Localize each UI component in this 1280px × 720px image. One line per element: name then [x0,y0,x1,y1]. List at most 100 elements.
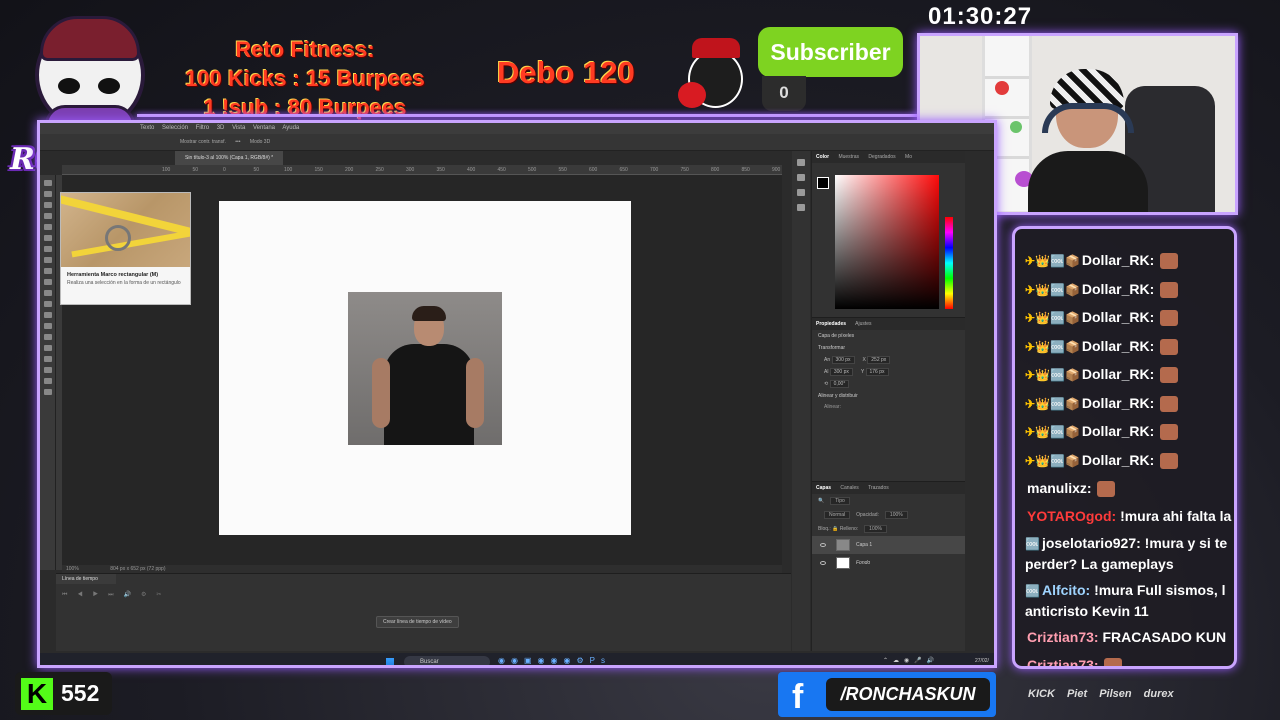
select-tool-icon[interactable] [44,213,52,219]
system-tray[interactable]: ⌃☁◉🎤🔊 [883,657,939,664]
chat-username[interactable]: Dollar_RK: [1082,366,1154,382]
layer-filter: 🔍 Tipo [812,494,965,508]
x-field[interactable]: 252 px [867,356,891,364]
menu-item[interactable]: Texto [140,125,154,131]
timeline-title[interactable]: Línea de tiempo [56,574,116,584]
lasso-tool-icon[interactable] [44,202,52,208]
create-video-timeline-button[interactable]: Crear línea de tiempo de vídeo [376,616,459,628]
chat-username[interactable]: Dollar_RK: [1082,309,1154,325]
fill-field[interactable]: 100% [864,525,887,533]
taskbar-search[interactable]: Buscar [404,656,490,665]
kick-count: 552 [61,680,100,706]
tab-channels[interactable]: Canales [840,485,858,491]
history-brush-icon[interactable] [44,279,52,285]
text-tool-icon[interactable] [44,345,52,351]
dodge-tool-icon[interactable] [44,323,52,329]
chat-username[interactable]: Criztian73: [1027,657,1099,667]
angle-fields: ⟲ 0,00° [812,378,965,390]
chat-emote-icon [1160,310,1179,327]
chat-badges: 🆒 [1025,584,1040,598]
color-picker-field[interactable] [835,175,939,309]
width-field[interactable]: 300 px [831,356,855,364]
visibility-eye-icon[interactable] [820,560,826,565]
foreground-swatch[interactable] [817,177,829,189]
blur-tool-icon[interactable] [44,312,52,318]
menu-item[interactable]: Filtro [196,125,209,131]
layer-row[interactable]: Capa 1 [812,536,965,554]
chat-username[interactable]: Dollar_RK: [1082,452,1154,468]
more-options-button[interactable]: ••• [235,139,240,145]
ruler-mark: 550 [558,167,567,173]
menu-item[interactable]: Ayuda [282,125,299,131]
chat-username[interactable]: Criztian73: [1027,629,1099,645]
visibility-eye-icon[interactable] [820,542,826,547]
tab-more[interactable]: Mo [905,154,912,160]
align-section[interactable]: Alinear y distribuir [812,390,965,402]
tab-properties[interactable]: Propiedades [816,321,846,327]
layer-photo[interactable] [348,292,502,445]
tab-color[interactable]: Color [816,154,829,160]
ruler-mark: 250 [375,167,384,173]
chat-text: FRACASADO KUN [1102,629,1227,645]
layer-filter-select[interactable]: Tipo [830,497,850,505]
taskbar-apps[interactable]: ◉◉▣◉◉◉⚙Ps [498,656,611,665]
tab-paths[interactable]: Trazados [868,485,889,491]
hand-tool-icon[interactable] [44,378,52,384]
windows-start-icon[interactable] [385,657,395,665]
y-field[interactable]: 176 px [865,368,889,376]
menu-item[interactable]: 3D [217,125,225,131]
angle-field[interactable]: 0,00° [829,380,850,388]
character-icon[interactable] [797,174,805,181]
zoom-tool-icon[interactable] [44,389,52,395]
chat-username[interactable]: YOTAROgod: [1027,508,1116,524]
taskbar-date[interactable]: 27/02/ [975,658,989,664]
eyedropper-tool-icon[interactable] [44,235,52,241]
chat-username[interactable]: Dollar_RK: [1082,423,1154,439]
stamp-tool-icon[interactable] [44,268,52,274]
layer-type-label: Capa de píxeles [818,333,855,339]
path-select-icon[interactable] [44,356,52,362]
chat-username[interactable]: Dollar_RK: [1082,252,1154,268]
chat-username[interactable]: Dollar_RK: [1082,281,1154,297]
menu-item[interactable]: Selección [162,125,188,131]
paragraph-icon[interactable] [797,189,805,196]
tab-layers[interactable]: Capas [816,485,831,491]
mode-3d-label[interactable]: Modo 3D [250,139,270,145]
history-icon[interactable] [797,159,805,166]
eraser-tool-icon[interactable] [44,290,52,296]
menu-item[interactable]: Ventana [253,125,275,131]
layer-row[interactable]: Fondo [812,554,965,572]
menu-item[interactable]: Vista [232,125,245,131]
document-tab[interactable]: Sin título-3 al 100% (Capa 1, RGB/8#) * [175,151,284,165]
tab-gradients[interactable]: Degradados [868,154,895,160]
chat-username[interactable]: Dollar_RK: [1082,395,1154,411]
tab-adjustments[interactable]: Ajustes [855,321,871,327]
hue-slider[interactable] [945,217,953,309]
challenge-line: 100 Kicks : 15 Burpees [185,66,425,91]
chat-username[interactable]: Alfcito: [1042,582,1090,598]
timeline-controls[interactable]: ⏮◀▶⏭🔊⚙✂ [62,591,171,599]
height-field[interactable]: 300 px [829,368,853,376]
panel-icon-strip [792,151,810,651]
heal-tool-icon[interactable] [44,246,52,252]
transform-section[interactable]: Transformar [812,342,965,354]
crop-tool-icon[interactable] [44,224,52,230]
zoom-level[interactable]: 100% [66,566,79,572]
blend-mode-select[interactable]: Normal [824,511,851,519]
chat-badges: ✈👑🆒📦 [1025,282,1080,297]
chat-message: Criztian73: FRACASADO KUN [1025,624,1234,652]
gradient-tool-icon[interactable] [44,301,52,307]
marquee-tool-icon[interactable] [44,191,52,197]
show-transform-controls[interactable]: Mostrar contr. transf. [180,139,226,145]
chat-username[interactable]: Dollar_RK: [1082,338,1154,354]
tab-swatches[interactable]: Muestras [838,154,859,160]
move-tool-icon[interactable] [44,180,52,186]
3d-icon[interactable] [797,204,805,211]
chat-username[interactable]: manulixz: [1027,480,1092,496]
chat-username[interactable]: joselotario927: [1042,535,1141,551]
pen-tool-icon[interactable] [44,334,52,340]
shape-tool-icon[interactable] [44,367,52,373]
brush-tool-icon[interactable] [44,257,52,263]
chat-badges: ✈👑🆒📦 [1025,339,1080,354]
opacity-field[interactable]: 100% [884,511,908,519]
